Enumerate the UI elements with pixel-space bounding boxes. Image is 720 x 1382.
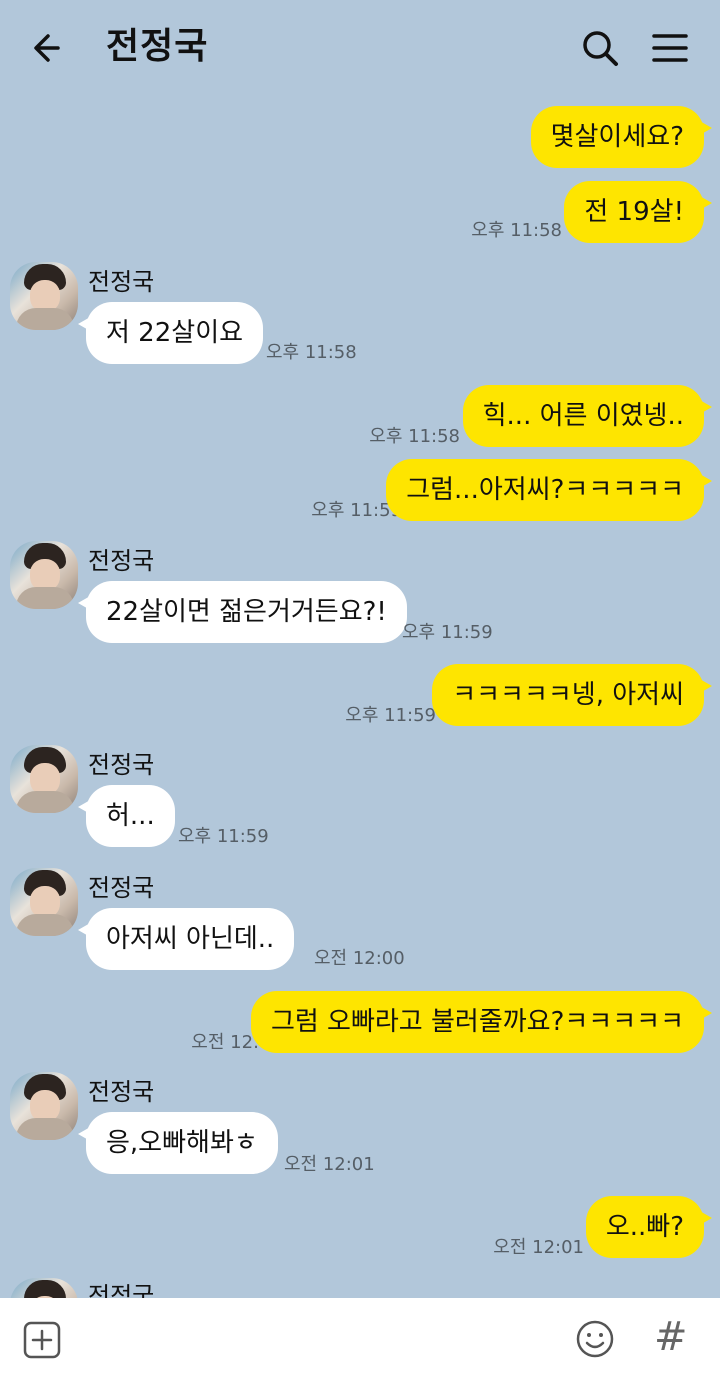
sent-message[interactable]: 몇살이세요? — [530, 106, 713, 168]
message-time: 오후 11:59 — [402, 622, 493, 643]
sender-name: 전정국 — [88, 874, 155, 902]
avatar[interactable] — [10, 868, 78, 936]
chat-title: 전정국 — [106, 26, 209, 67]
message-time: 오후 11:58 — [369, 426, 460, 447]
received-message[interactable]: 아저씨 아닌데.. — [77, 908, 295, 970]
sent-message[interactable]: 그럼...아저씨?ㅋㅋㅋㅋㅋ — [386, 459, 712, 521]
chat-header: 전정국 — [0, 0, 720, 96]
sent-message[interactable]: 오..빠? — [585, 1196, 713, 1258]
hashtag-search-button[interactable]: # — [654, 1312, 688, 1362]
message-time: 오후 11:59 — [178, 826, 269, 847]
message-time: 오후 11:58 — [266, 342, 357, 363]
back-arrow-icon[interactable] — [28, 26, 72, 70]
received-message[interactable]: 허... — [78, 785, 175, 847]
sender-name: 전정국 — [88, 1078, 155, 1106]
received-message[interactable]: 저 22살이요 — [77, 302, 264, 364]
sent-message[interactable]: 그럼 오빠라고 불러줄까요?ㅋㅋㅋㅋㅋ — [250, 991, 713, 1053]
sent-message[interactable]: ㅋㅋㅋㅋㅋ넹, 아저씨 — [432, 664, 712, 726]
search-icon[interactable] — [578, 26, 622, 70]
add-attachment-icon[interactable] — [22, 1320, 62, 1360]
message-time: 오전 12:00 — [314, 948, 405, 969]
message-time: 오전 12:01 — [284, 1154, 375, 1175]
message-time: 오후 11:58 — [471, 220, 562, 241]
avatar[interactable] — [10, 1072, 78, 1140]
message-time: 오전 12:01 — [493, 1237, 584, 1258]
sent-message[interactable]: 힉... 어른 이였넹.. — [462, 385, 713, 447]
received-message[interactable]: 22살이면 젊은거거든요?! — [78, 581, 407, 643]
avatar[interactable] — [10, 262, 78, 330]
avatar[interactable] — [10, 745, 78, 813]
sent-message[interactable]: 전 19살! — [564, 181, 712, 243]
sender-name: 전정국 — [88, 268, 155, 296]
menu-icon[interactable] — [648, 26, 692, 70]
emoji-icon[interactable] — [574, 1318, 616, 1360]
sender-name: 전정국 — [88, 547, 155, 575]
message-time: 오후 11:59 — [345, 705, 436, 726]
avatar[interactable] — [10, 541, 78, 609]
message-input-bar: # — [0, 1298, 720, 1382]
sender-name: 전정국 — [88, 751, 155, 779]
received-message[interactable]: 응,오빠해봐ㅎ — [78, 1112, 278, 1174]
